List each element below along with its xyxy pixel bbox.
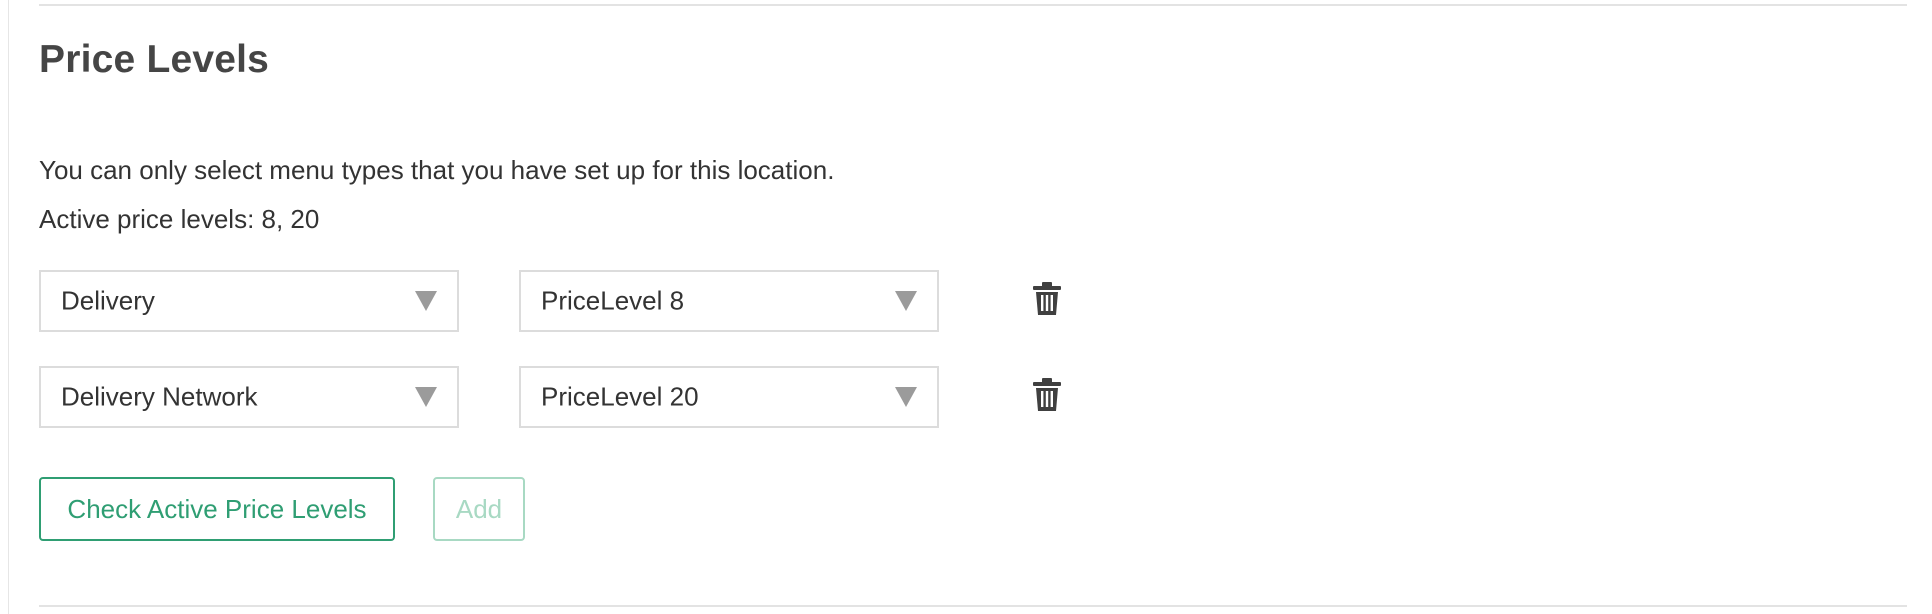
bottom-divider [39,605,1907,607]
price-levels-panel: Price Levels You can only select menu ty… [8,0,1932,614]
help-text: You can only select menu types that you … [39,155,835,185]
chevron-down-icon [415,387,437,407]
chevron-down-icon [895,387,917,407]
trash-icon[interactable] [1032,378,1062,412]
top-divider [39,4,1907,6]
menu-type-select-value: Delivery [61,285,155,316]
chevron-down-icon [895,291,917,311]
price-level-select-value: PriceLevel 8 [541,285,685,316]
chevron-down-icon [415,291,437,311]
add-button[interactable]: Add [433,477,525,541]
price-level-select-value: PriceLevel 20 [541,381,699,412]
price-level-select[interactable]: PriceLevel 8 [519,270,939,332]
menu-type-select[interactable]: Delivery Network [39,366,459,428]
active-price-levels-text: Active price levels: 8, 20 [39,204,320,234]
section-title: Price Levels [39,38,270,81]
price-level-select[interactable]: PriceLevel 20 [519,366,939,428]
menu-type-select-value: Delivery Network [61,381,258,412]
menu-type-select[interactable]: Delivery [39,270,459,332]
trash-icon[interactable] [1032,282,1062,316]
check-active-price-levels-button[interactable]: Check Active Price Levels [39,477,395,541]
